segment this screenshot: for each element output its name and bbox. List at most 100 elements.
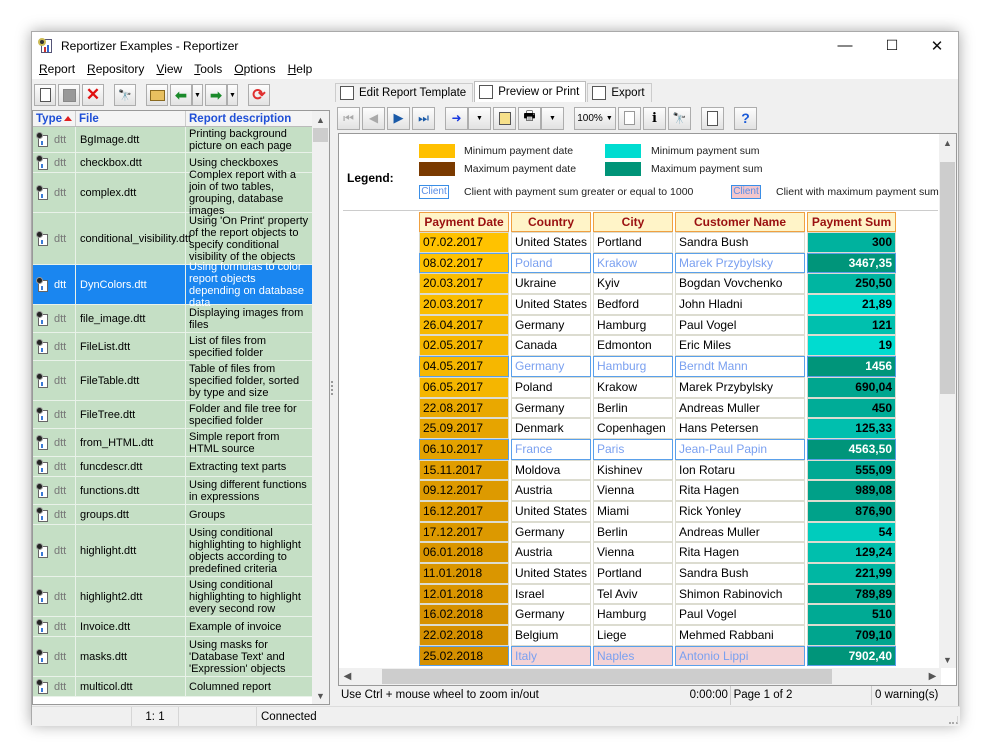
- list-item[interactable]: dtt BgImage.dtt Printing background pictur…: [33, 127, 313, 153]
- export-dropdown[interactable]: ▼: [468, 106, 491, 130]
- arrow-left-icon: ⬅: [175, 86, 187, 103]
- city-cell: Miami: [593, 500, 673, 522]
- list-item[interactable]: dtt complex.dtt Complex report with a join…: [33, 169, 313, 217]
- menu-report[interactable]: Report: [34, 62, 80, 76]
- forward-dropdown[interactable]: ▼: [227, 84, 238, 106]
- scroll-up-arrow-icon[interactable]: ▲: [312, 111, 329, 128]
- list-item[interactable]: dtt conditional_visibility.dtt Using 'On P…: [33, 213, 313, 265]
- city-cell: Krakow: [593, 376, 673, 398]
- list-item[interactable]: dtt functions.dtt Using different function…: [33, 477, 313, 505]
- payment-date-cell: 20.03.2017: [419, 273, 509, 295]
- tab-preview-or-print[interactable]: Preview or Print: [474, 81, 587, 102]
- info-button[interactable]: i: [643, 106, 666, 130]
- zoom-hint: Use Ctrl + mouse wheel to zoom in/out: [341, 689, 539, 701]
- report-row: 06.10.2017 France Paris Jean-Paul Papin 4563…: [419, 438, 898, 460]
- list-item[interactable]: dtt funcdescr.dtt Extracting text parts: [33, 457, 313, 477]
- list-item[interactable]: dtt highlight.dtt Using conditional highli…: [33, 525, 313, 577]
- customer-name-cell: Eric Miles: [675, 335, 805, 357]
- page-width-button[interactable]: [618, 106, 641, 130]
- list-item[interactable]: dtt highlight2.dtt Using conditional highl…: [33, 577, 313, 617]
- list-item[interactable]: dtt masks.dtt Using masks for 'Database Te…: [33, 637, 313, 677]
- close-button[interactable]: ✕: [914, 32, 960, 59]
- report-row: 22.08.2017 Germany Berlin Andreas Muller 450: [419, 397, 898, 419]
- open-folder-button[interactable]: [146, 84, 168, 106]
- menu-options[interactable]: Options: [229, 62, 280, 76]
- preview-vertical-scrollbar[interactable]: ▲ ▼: [939, 134, 956, 668]
- print-dropdown[interactable]: ▼: [541, 106, 564, 130]
- scroll-left-arrow-icon[interactable]: ◀: [339, 668, 356, 685]
- delete-button[interactable]: ✕: [82, 84, 104, 106]
- last-page-button[interactable]: ⏭: [412, 106, 435, 130]
- column-header-type[interactable]: Type: [33, 111, 76, 126]
- tab-edit-report-template[interactable]: Edit Report Template: [335, 83, 474, 102]
- scroll-down-arrow-icon[interactable]: ▼: [939, 651, 956, 668]
- menu-repository[interactable]: Repository: [82, 62, 149, 76]
- preview-horizontal-scrollbar[interactable]: ◀ ▶: [339, 668, 941, 685]
- list-item[interactable]: dtt DynColors.dtt Using formulas to color …: [33, 261, 313, 309]
- payment-date-cell: 11.01.2018: [419, 563, 509, 584]
- column-header-file[interactable]: File: [76, 111, 186, 126]
- help-button[interactable]: ?: [734, 106, 757, 130]
- report-preview: Legend: Minimum payment date Maximum pay…: [338, 133, 957, 686]
- preview-status-bar: Use Ctrl + mouse wheel to zoom in/out 0:…: [338, 686, 957, 705]
- menu-tools[interactable]: Tools: [189, 62, 227, 76]
- menu-view[interactable]: View: [151, 62, 187, 76]
- scrollbar-thumb[interactable]: [382, 669, 832, 684]
- maximize-button[interactable]: ☐: [869, 32, 915, 59]
- list-item[interactable]: dtt Invoice.dtt Example of invoice: [33, 617, 313, 637]
- find-button[interactable]: 🔭: [114, 84, 136, 106]
- column-header-description[interactable]: Report description: [186, 111, 313, 126]
- scrollbar-thumb[interactable]: [940, 162, 955, 394]
- copy-button[interactable]: [493, 106, 516, 130]
- list-item[interactable]: dtt FileTable.dtt Table of files from spec…: [33, 361, 313, 401]
- list-item[interactable]: dtt file_image.dtt Displaying images from …: [33, 305, 313, 333]
- previous-page-button[interactable]: ◀: [362, 106, 385, 130]
- country-cell: United States: [511, 563, 591, 584]
- export-arrow-icon: ➜: [451, 111, 462, 125]
- page-setup-button[interactable]: [701, 106, 724, 130]
- export-button[interactable]: ➜: [445, 106, 468, 130]
- file-cell: FileTable.dtt: [76, 361, 186, 400]
- customer-name-cell: Marek Przybylsky: [675, 376, 805, 398]
- scroll-right-arrow-icon[interactable]: ▶: [924, 668, 941, 685]
- scroll-up-arrow-icon[interactable]: ▲: [939, 134, 956, 151]
- scroll-down-arrow-icon[interactable]: ▼: [312, 687, 329, 704]
- type-cell: dtt: [33, 173, 76, 212]
- city-cell: Portland: [593, 563, 673, 584]
- back-dropdown[interactable]: ▼: [192, 84, 203, 106]
- file-cell: from_HTML.dtt: [76, 429, 186, 456]
- print-button[interactable]: 🖶: [518, 106, 541, 130]
- tab-export[interactable]: Export: [587, 83, 652, 102]
- save-button[interactable]: [58, 84, 80, 106]
- scrollbar-thumb[interactable]: [313, 128, 328, 142]
- description-cell: Using conditional highlighting to highli…: [186, 577, 313, 616]
- list-item[interactable]: dtt FileTree.dtt Folder and file tree for …: [33, 401, 313, 429]
- resize-grip[interactable]: [949, 716, 958, 724]
- country-cell: Germany: [511, 314, 591, 336]
- first-page-button[interactable]: ⏮: [337, 106, 360, 130]
- list-item[interactable]: dtt multicol.dtt Columned report: [33, 677, 313, 697]
- menu-help[interactable]: Help: [283, 62, 318, 76]
- customer-name-cell: Andreas Muller: [675, 397, 805, 419]
- customer-name-cell: Jean-Paul Papin: [675, 438, 805, 460]
- app-icon: [38, 37, 54, 54]
- report-list-grid: Type File Report description dtt BgImage.…: [32, 110, 330, 705]
- report-row: 09.12.2017 Austria Vienna Rita Hagen 989,08: [419, 480, 898, 501]
- legend-swatch-max-sum: [605, 162, 641, 176]
- last-page-icon: ⏭: [418, 110, 429, 125]
- list-item[interactable]: dtt FileList.dtt List of files from specif…: [33, 333, 313, 361]
- country-cell: United States: [511, 232, 591, 253]
- customer-name-cell: Paul Vogel: [675, 314, 805, 336]
- next-page-button[interactable]: ▶: [387, 106, 410, 130]
- list-vertical-scrollbar[interactable]: ▲ ▼: [312, 111, 329, 704]
- minimize-button[interactable]: —: [822, 32, 868, 59]
- forward-button[interactable]: ➡: [205, 84, 227, 106]
- refresh-button[interactable]: ⟳: [248, 84, 270, 106]
- zoom-select[interactable]: 100% ▼: [574, 106, 616, 130]
- back-button[interactable]: ⬅: [170, 84, 192, 106]
- find-text-button[interactable]: 🔭: [668, 106, 691, 130]
- type-cell: dtt: [33, 401, 76, 428]
- list-item[interactable]: dtt groups.dtt Groups: [33, 505, 313, 525]
- new-report-button[interactable]: [34, 84, 56, 106]
- list-item[interactable]: dtt from_HTML.dtt Simple report from HTML …: [33, 429, 313, 457]
